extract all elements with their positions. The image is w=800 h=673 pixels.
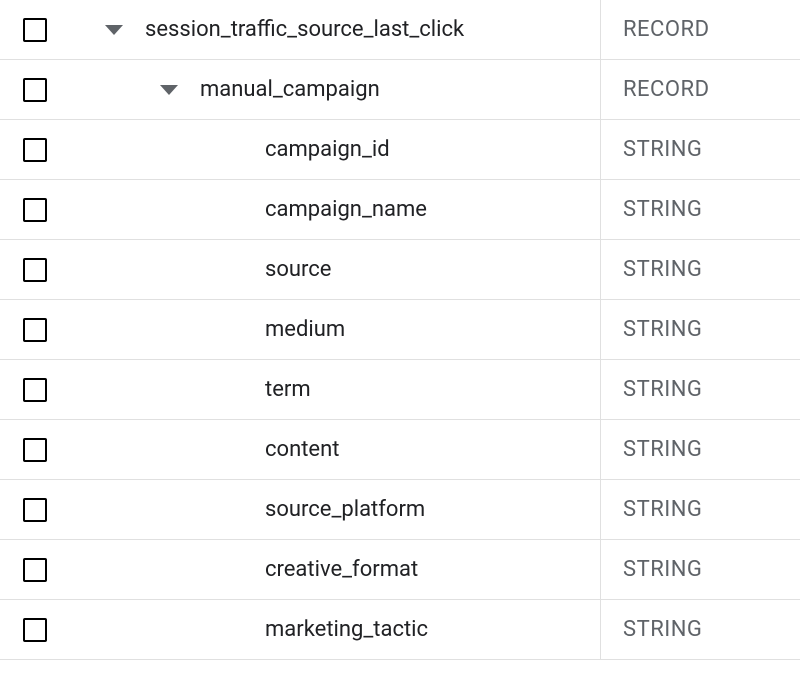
field-name[interactable]: medium (70, 317, 600, 342)
schema-row: source STRING (0, 240, 800, 300)
field-type: STRING (600, 240, 800, 299)
field-type: STRING (600, 480, 800, 539)
row-checkbox[interactable] (23, 318, 47, 342)
field-name[interactable]: creative_format (70, 557, 600, 582)
schema-row: source_platform STRING (0, 480, 800, 540)
schema-row: session_traffic_source_last_click RECORD (0, 0, 800, 60)
expand-cell (70, 25, 145, 35)
checkbox-cell (0, 558, 70, 582)
schema-row: campaign_name STRING (0, 180, 800, 240)
field-name[interactable]: campaign_name (70, 197, 600, 222)
field-type: STRING (600, 120, 800, 179)
field-type: STRING (600, 420, 800, 479)
field-type: STRING (600, 540, 800, 599)
field-type: RECORD (600, 60, 800, 119)
checkbox-cell (0, 258, 70, 282)
schema-row: medium STRING (0, 300, 800, 360)
checkbox-cell (0, 198, 70, 222)
schema-row: creative_format STRING (0, 540, 800, 600)
field-name[interactable]: term (70, 377, 600, 402)
field-type: STRING (600, 360, 800, 419)
field-name[interactable]: campaign_id (70, 137, 600, 162)
field-type: STRING (600, 180, 800, 239)
field-name[interactable]: content (70, 437, 600, 462)
field-name[interactable]: source (70, 257, 600, 282)
field-name[interactable]: session_traffic_source_last_click (145, 17, 600, 42)
schema-table: session_traffic_source_last_click RECORD… (0, 0, 800, 660)
chevron-down-icon[interactable] (105, 25, 123, 35)
checkbox-cell (0, 498, 70, 522)
row-checkbox[interactable] (23, 378, 47, 402)
row-checkbox[interactable] (23, 138, 47, 162)
field-name[interactable]: marketing_tactic (70, 617, 600, 642)
field-type: STRING (600, 300, 800, 359)
schema-row: term STRING (0, 360, 800, 420)
checkbox-cell (0, 318, 70, 342)
row-checkbox[interactable] (23, 258, 47, 282)
checkbox-cell (0, 138, 70, 162)
row-checkbox[interactable] (23, 78, 47, 102)
schema-row: marketing_tactic STRING (0, 600, 800, 660)
field-type: STRING (600, 600, 800, 659)
checkbox-cell (0, 378, 70, 402)
checkbox-cell (0, 618, 70, 642)
field-name[interactable]: manual_campaign (200, 77, 600, 102)
checkbox-cell (0, 438, 70, 462)
checkbox-cell (0, 18, 70, 42)
chevron-down-icon[interactable] (160, 85, 178, 95)
schema-row: content STRING (0, 420, 800, 480)
expand-cell (70, 85, 200, 95)
row-checkbox[interactable] (23, 438, 47, 462)
schema-row: manual_campaign RECORD (0, 60, 800, 120)
field-name[interactable]: source_platform (70, 497, 600, 522)
row-checkbox[interactable] (23, 18, 47, 42)
row-checkbox[interactable] (23, 618, 47, 642)
row-checkbox[interactable] (23, 198, 47, 222)
checkbox-cell (0, 78, 70, 102)
row-checkbox[interactable] (23, 498, 47, 522)
row-checkbox[interactable] (23, 558, 47, 582)
field-type: RECORD (600, 0, 800, 59)
schema-row: campaign_id STRING (0, 120, 800, 180)
